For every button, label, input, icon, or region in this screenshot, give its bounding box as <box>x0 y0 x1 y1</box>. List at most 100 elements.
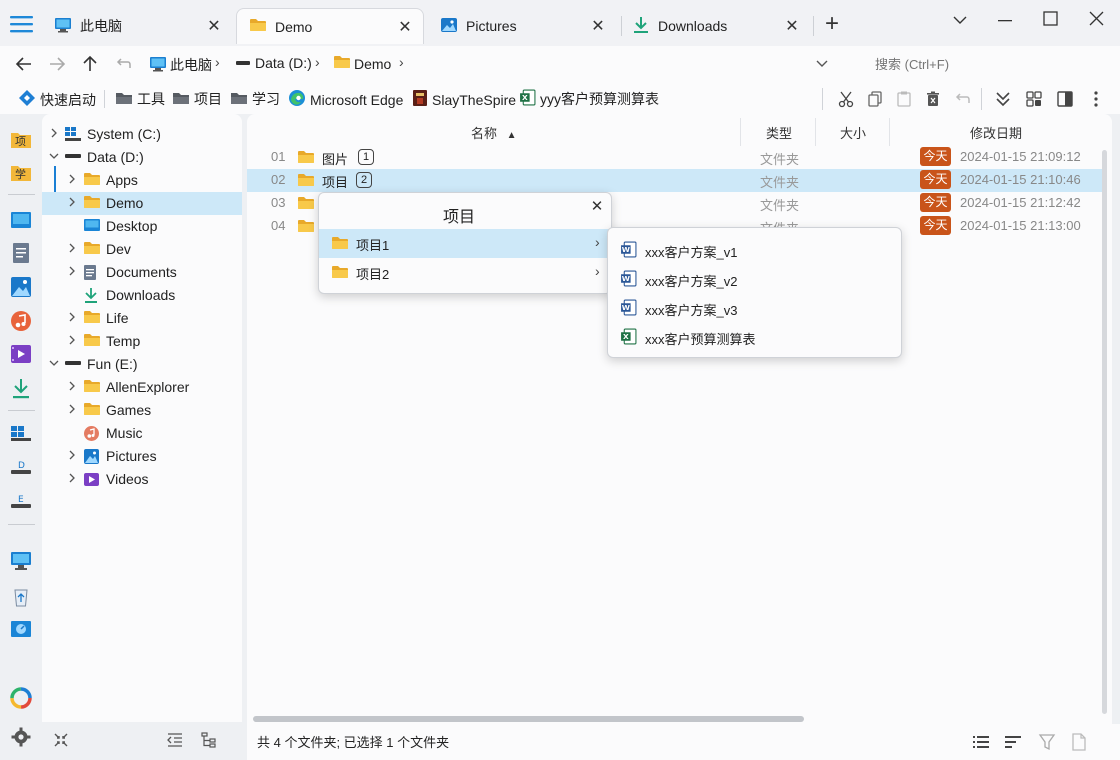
submenu-item[interactable]: xxx客户方案_v1 <box>608 235 900 264</box>
bookmark-tools[interactable]: 工具 <box>115 89 165 109</box>
breadcrumb-this-pc[interactable]: 此电脑 <box>149 55 212 75</box>
chevron-right-icon[interactable]: › <box>315 54 320 70</box>
copy-icon[interactable] <box>864 88 886 110</box>
more-icon[interactable] <box>1085 88 1107 110</box>
close-icon[interactable]: ✕ <box>588 16 608 36</box>
column-divider[interactable] <box>889 118 890 146</box>
recycle-bin-icon[interactable] <box>10 585 32 607</box>
column-divider[interactable] <box>815 118 816 146</box>
tree-item-life[interactable]: Life <box>42 307 242 330</box>
chevron-right-icon[interactable]: › <box>215 54 220 70</box>
bookmark-projects[interactable]: 项目 <box>172 89 222 109</box>
undo-icon[interactable] <box>111 52 135 76</box>
details-view-icon[interactable] <box>970 731 992 753</box>
search-input[interactable] <box>840 52 1110 76</box>
history-dropdown-icon[interactable] <box>814 58 830 70</box>
rail-project-shortcut[interactable]: 项 <box>10 129 32 151</box>
bookmark-study[interactable]: 学习 <box>230 89 280 109</box>
chevron-right-icon[interactable] <box>66 404 78 417</box>
submenu-item[interactable]: xxx客户预算测算表 <box>608 322 900 351</box>
popup-item-project2[interactable]: 项目2 › <box>319 258 611 287</box>
undo-icon[interactable] <box>951 88 973 110</box>
preview-pane-icon[interactable] <box>1054 88 1076 110</box>
column-header-name[interactable]: 名称 ▲ <box>471 123 517 142</box>
tree-item-games[interactable]: Games <box>42 399 242 422</box>
forward-icon[interactable] <box>45 52 69 76</box>
close-icon[interactable]: ✕ <box>782 16 802 36</box>
breadcrumb-demo[interactable]: Demo <box>333 55 391 72</box>
tree-item-system-c[interactable]: System (C:) <box>42 123 242 146</box>
table-row[interactable]: 02 项目 2 文件夹 今天 2024-01-15 21:10:46 <box>247 169 1102 192</box>
chevron-right-icon[interactable] <box>66 381 78 394</box>
chevron-right-icon[interactable] <box>66 197 78 210</box>
this-pc-icon[interactable] <box>10 550 32 572</box>
close-icon[interactable]: ✕ <box>395 17 415 37</box>
chevron-right-icon[interactable] <box>48 128 60 141</box>
tree-item-fun-e[interactable]: Fun (E:) <box>42 353 242 376</box>
indent-icon[interactable] <box>164 729 186 751</box>
tab-downloads[interactable]: Downloads ✕ <box>620 8 810 44</box>
chevron-right-icon[interactable] <box>66 174 78 187</box>
filter-icon[interactable] <box>1036 731 1058 753</box>
gear-icon[interactable] <box>10 726 32 748</box>
up-icon[interactable] <box>78 52 102 76</box>
chevron-right-icon[interactable] <box>66 450 78 463</box>
desktop-icon[interactable] <box>10 209 32 231</box>
tree-item-allenexplorer[interactable]: AllenExplorer <box>42 376 242 399</box>
documents-icon[interactable] <box>10 242 32 264</box>
download-icon[interactable] <box>10 378 32 400</box>
chevron-right-icon[interactable] <box>66 243 78 256</box>
collapse-all-icon[interactable] <box>50 729 72 751</box>
chevron-right-icon[interactable]: › <box>399 54 404 70</box>
tree-item-desktop[interactable]: Desktop <box>42 215 242 238</box>
paste-icon[interactable] <box>893 88 915 110</box>
grid-view-icon[interactable] <box>1023 88 1045 110</box>
menu-icon[interactable] <box>10 15 34 33</box>
music-icon[interactable] <box>10 310 32 332</box>
chevron-right-icon[interactable] <box>66 312 78 325</box>
control-panel-icon[interactable] <box>10 618 32 640</box>
horizontal-scrollbar[interactable] <box>253 716 804 722</box>
vertical-scrollbar[interactable] <box>1102 150 1107 714</box>
pictures-icon[interactable] <box>10 276 32 298</box>
breadcrumb-drive-d[interactable]: Data (D:) <box>235 55 312 71</box>
popup-item-project1[interactable]: 项目1 › <box>319 229 611 258</box>
chevron-down-icon[interactable] <box>950 12 970 28</box>
expand-more-icon[interactable] <box>992 88 1014 110</box>
chevron-right-icon[interactable] <box>66 473 78 486</box>
drive-e-icon[interactable]: E <box>10 491 32 513</box>
submenu-item[interactable]: xxx客户方案_v2 <box>608 264 900 293</box>
chevron-down-icon[interactable] <box>48 358 60 371</box>
tree-item-apps[interactable]: Apps <box>42 169 242 192</box>
color-theme-icon[interactable] <box>10 687 32 709</box>
sort-icon[interactable] <box>1002 731 1024 753</box>
bookmark-slay-the-spire[interactable]: SlayTheSpire <box>412 89 516 110</box>
drive-c-icon[interactable] <box>10 422 32 444</box>
tree-item-downloads[interactable]: Downloads <box>42 284 242 307</box>
new-tab-button[interactable]: + <box>821 12 843 36</box>
tree-item-dev[interactable]: Dev <box>42 238 242 261</box>
file-info-icon[interactable] <box>1068 731 1090 753</box>
bookmark-budget-sheet[interactable]: yyy客户预算测算表 <box>519 89 659 109</box>
tree-item-temp[interactable]: Temp <box>42 330 242 353</box>
delete-icon[interactable] <box>922 88 944 110</box>
maximize-icon[interactable] <box>1041 9 1061 29</box>
bookmark-edge[interactable]: Microsoft Edge <box>288 89 403 110</box>
close-window-icon[interactable] <box>1087 9 1107 29</box>
tab-demo[interactable]: Demo ✕ <box>236 8 424 44</box>
cut-icon[interactable] <box>835 88 857 110</box>
tree-item-pictures[interactable]: Pictures <box>42 445 242 468</box>
bookmark-quick-launch[interactable]: 快速启动 <box>18 89 96 110</box>
close-icon[interactable]: ✕ <box>589 199 605 215</box>
drive-d-icon[interactable]: D <box>10 457 32 479</box>
tree-item-documents[interactable]: Documents <box>42 261 242 284</box>
tab-this-pc[interactable]: 此电脑 ✕ <box>42 8 232 44</box>
column-divider[interactable] <box>740 118 741 146</box>
tab-pictures[interactable]: Pictures ✕ <box>428 8 616 44</box>
chevron-right-icon[interactable] <box>66 266 78 279</box>
column-header-type[interactable]: 类型 <box>766 123 792 142</box>
chevron-down-icon[interactable] <box>48 151 60 164</box>
tree-item-data-d[interactable]: Data (D:) <box>42 146 242 169</box>
tree-item-music[interactable]: Music <box>42 422 242 445</box>
submenu-item[interactable]: xxx客户方案_v3 <box>608 293 900 322</box>
